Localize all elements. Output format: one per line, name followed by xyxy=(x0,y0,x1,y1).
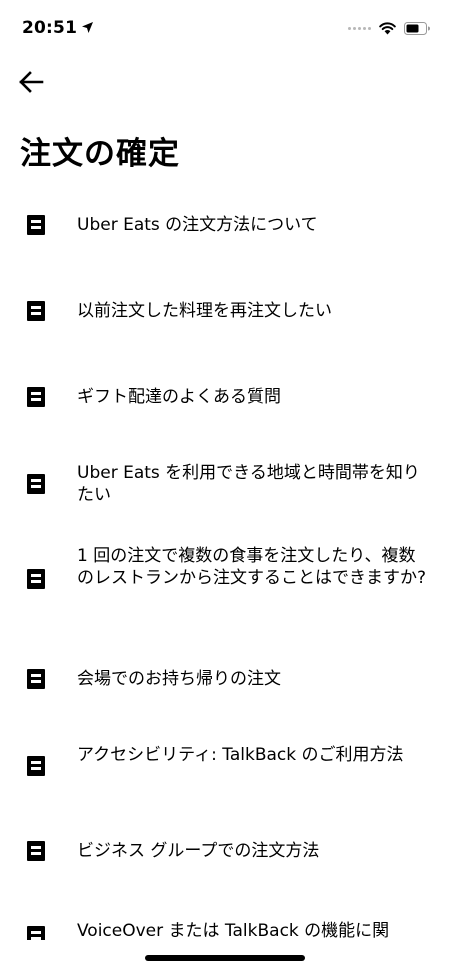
document-icon xyxy=(27,387,45,407)
list-item[interactable]: 会場でのお持ち帰りの注文 xyxy=(0,668,450,690)
list-item[interactable]: アクセシビリティ: TalkBack のご利用方法 xyxy=(0,742,450,790)
wifi-icon xyxy=(379,21,396,34)
back-button[interactable] xyxy=(18,64,58,100)
document-icon xyxy=(27,841,45,861)
status-time-text: 20:51 xyxy=(22,18,78,38)
status-indicators xyxy=(348,20,430,36)
list-item[interactable]: Uber Eats を利用できる地域と時間帯を知りたい xyxy=(0,460,450,508)
document-icon xyxy=(27,756,45,776)
article-label: 1 回の注文で複数の食事を注文したり、複数のレストランから注文することはできます… xyxy=(77,546,427,588)
list-item[interactable]: ギフト配達のよくある質問 xyxy=(0,386,450,408)
article-label: 会場でのお持ち帰りの注文 xyxy=(77,669,281,689)
article-label: ギフト配達のよくある質問 xyxy=(77,387,281,407)
list-item[interactable]: 以前注文した料理を再注文したい xyxy=(0,300,450,322)
document-icon xyxy=(27,926,45,940)
document-icon xyxy=(27,569,45,589)
document-icon xyxy=(27,215,45,235)
signal-icon xyxy=(348,26,371,30)
list-item[interactable]: ビジネス グループでの注文方法 xyxy=(0,840,450,862)
document-icon xyxy=(27,301,45,321)
battery-icon xyxy=(404,21,430,35)
page-title: 注文の確定 xyxy=(20,136,180,172)
article-label: ビジネス グループでの注文方法 xyxy=(77,841,320,861)
document-icon xyxy=(27,474,45,494)
article-label: アクセシビリティ: TalkBack のご利用方法 xyxy=(77,745,404,765)
list-item[interactable]: Uber Eats の注文方法について xyxy=(0,214,450,236)
article-label: Uber Eats を利用できる地域と時間帯を知りたい xyxy=(77,463,420,505)
list-item[interactable]: VoiceOver または TalkBack の機能に関 xyxy=(0,920,450,940)
status-bar: 20:51 xyxy=(0,0,450,54)
article-label: VoiceOver または TalkBack の機能に関 xyxy=(77,921,390,940)
article-list: Uber Eats の注文方法について 以前注文した料理を再注文したい ギフト配… xyxy=(0,190,450,940)
status-time: 20:51 xyxy=(22,18,94,38)
location-arrow-icon xyxy=(82,22,94,33)
arrow-left-icon xyxy=(19,71,44,93)
list-item[interactable]: 1 回の注文で複数の食事を注文したり、複数のレストランから注文することはできます… xyxy=(0,543,450,613)
article-label: 以前注文した料理を再注文したい xyxy=(77,301,332,321)
document-icon xyxy=(27,669,45,689)
home-indicator[interactable] xyxy=(145,955,305,961)
article-label: Uber Eats の注文方法について xyxy=(77,215,318,235)
